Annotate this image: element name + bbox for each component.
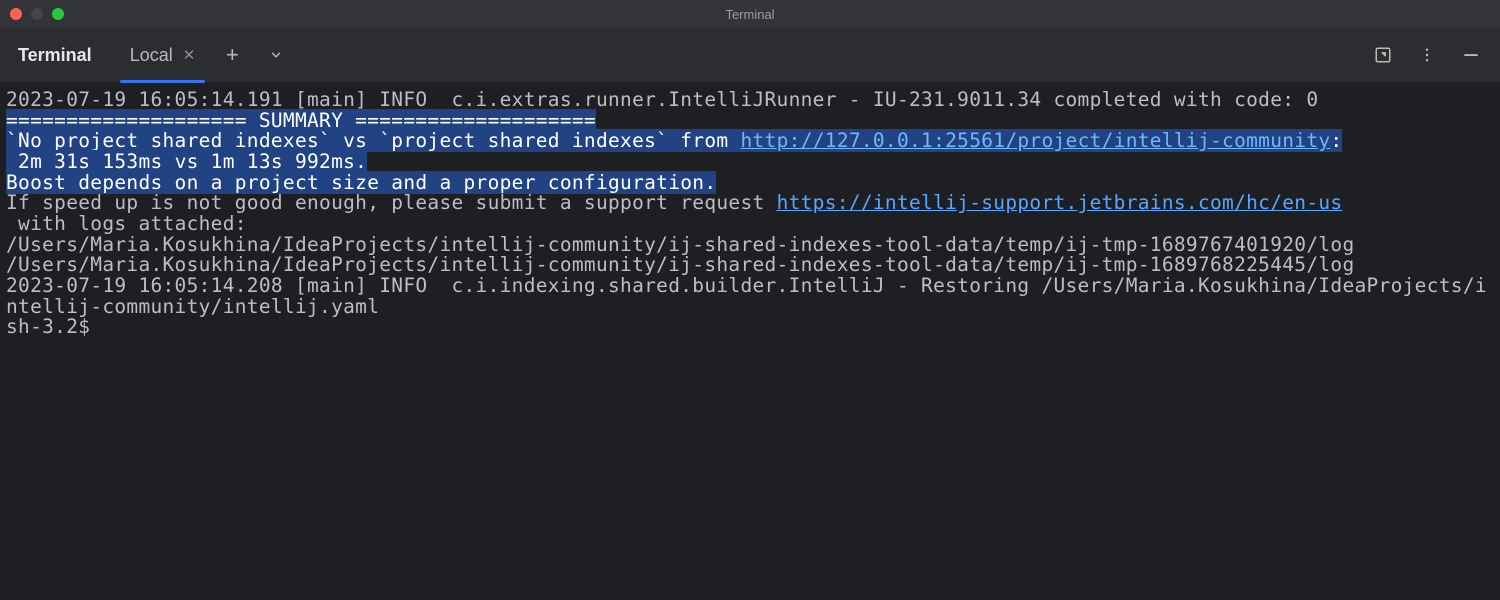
terminal-output[interactable]: 2023-07-19 16:05:14.191 [main] INFO c.i.… bbox=[0, 82, 1500, 338]
tab-local[interactable]: Local ✕ bbox=[124, 28, 202, 82]
support-url-link[interactable]: https://intellij-support.jetbrains.com/h… bbox=[777, 191, 1343, 214]
log-path: /Users/Maria.Kosukhina/IdeaProjects/inte… bbox=[6, 233, 1354, 256]
log-line: 2023-07-19 16:05:14.191 [main] INFO c.i.… bbox=[6, 88, 1318, 111]
toolwindow-label: Terminal bbox=[18, 45, 92, 66]
log-line: 2023-07-19 16:05:14.208 [main] INFO c.i.… bbox=[6, 274, 1487, 318]
maximize-window-button[interactable] bbox=[52, 8, 64, 20]
tab-label: Local bbox=[130, 45, 173, 66]
text: `No project shared indexes` vs `project … bbox=[6, 129, 740, 152]
terminal-toolbar: Terminal Local ✕ + bbox=[0, 28, 1500, 82]
text: If speed up is not good enough, please s… bbox=[6, 191, 777, 214]
minimize-window-button[interactable] bbox=[31, 8, 43, 20]
options-menu-icon[interactable] bbox=[1416, 44, 1438, 66]
log-line: If speed up is not good enough, please s… bbox=[6, 191, 1342, 214]
window-title: Terminal bbox=[725, 7, 774, 22]
expand-terminal-icon[interactable] bbox=[1372, 44, 1394, 66]
window-titlebar: Terminal bbox=[0, 0, 1500, 28]
log-line: with logs attached: bbox=[6, 212, 247, 235]
log-line-selected: ==================== SUMMARY ===========… bbox=[6, 109, 596, 132]
shell-prompt: sh-3.2$ bbox=[6, 315, 90, 338]
terminal-tabstrip: Local ✕ + bbox=[124, 28, 290, 82]
tabs-dropdown-icon[interactable] bbox=[263, 42, 289, 68]
log-line-selected: 2m 31s 153ms vs 1m 13s 992ms. bbox=[6, 150, 367, 173]
hide-toolwindow-icon[interactable] bbox=[1460, 44, 1482, 66]
toolbar-right-icons bbox=[1372, 44, 1482, 66]
text: : bbox=[1330, 129, 1342, 152]
new-tab-icon[interactable]: + bbox=[219, 42, 245, 68]
close-tab-icon[interactable]: ✕ bbox=[183, 48, 196, 63]
log-line-selected: `No project shared indexes` vs `project … bbox=[6, 129, 1342, 152]
log-line-selected: Boost depends on a project size and a pr… bbox=[6, 171, 716, 194]
local-url-link[interactable]: http://127.0.0.1:25561/project/intellij-… bbox=[740, 129, 1330, 152]
mac-traffic-lights bbox=[10, 8, 64, 20]
close-window-button[interactable] bbox=[10, 8, 22, 20]
log-path: /Users/Maria.Kosukhina/IdeaProjects/inte… bbox=[6, 253, 1354, 276]
